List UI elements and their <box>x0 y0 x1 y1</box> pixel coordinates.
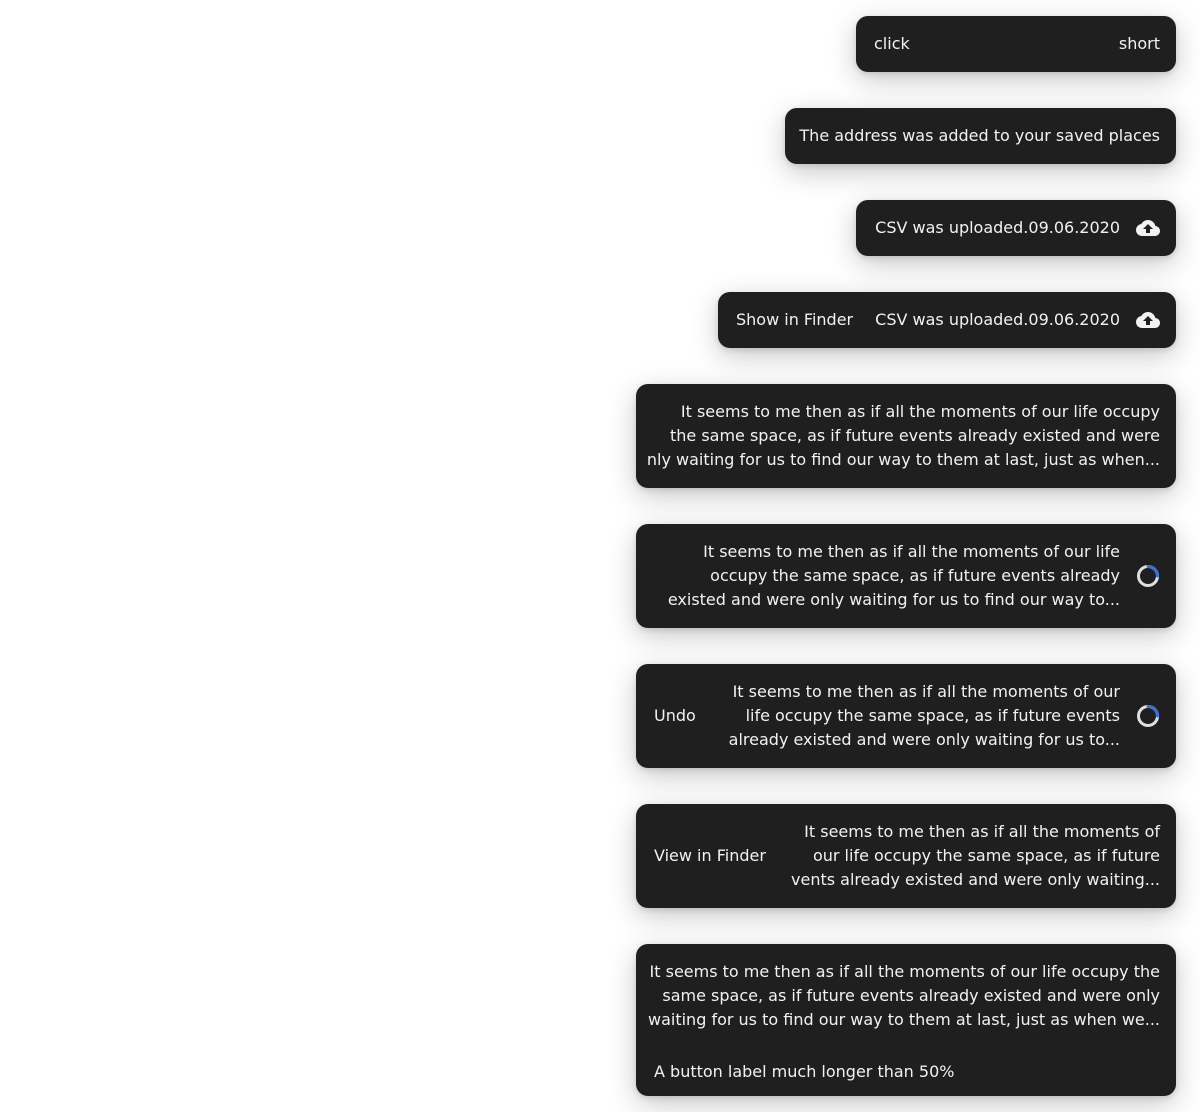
toast-long-message-long-button: It seems to me then as if all the moment… <box>636 944 1176 1096</box>
message-line: nly waiting for us to find our way to th… <box>646 450 1160 469</box>
show-in-finder-button[interactable]: Show in Finder <box>736 308 853 332</box>
cloud-upload-icon <box>1136 220 1160 236</box>
message-line: same space, as if future events already … <box>662 986 1160 1005</box>
toast-message: It seems to me then as if all the moment… <box>729 680 1120 752</box>
toast-long-message-view-finder: View in Finder It seems to me then as if… <box>636 804 1176 908</box>
undo-button[interactable]: Undo <box>654 704 696 728</box>
toast-short: click short <box>856 16 1176 72</box>
toast-csv-uploaded-with-action: Show in Finder CSV was uploaded.09.06.20… <box>718 292 1176 348</box>
toast-message: It seems to me then as if all the moment… <box>668 540 1120 612</box>
toast-message: The address was added to your saved plac… <box>799 126 1160 145</box>
message-line: vents already existed and were only wait… <box>791 870 1160 889</box>
toast-long-message: It seems to me then as if all the moment… <box>636 384 1176 488</box>
click-button[interactable]: click <box>874 32 910 56</box>
message-line: It seems to me then as if all the moment… <box>732 682 1120 701</box>
message-line: already existed and were only waiting fo… <box>728 730 1120 749</box>
message-line: It seems to me then as if all the moment… <box>649 962 1160 981</box>
message-line: occupy the same space, as if future even… <box>710 566 1120 585</box>
toast-csv-uploaded: CSV was uploaded.09.06.2020 <box>856 200 1176 256</box>
loading-spinner-icon <box>1137 565 1159 587</box>
toast-message: It seems to me then as if all the moment… <box>648 960 1160 1032</box>
message-line: existed and were only waiting for us to … <box>667 590 1120 609</box>
message-line: It seems to me then as if all the moment… <box>680 402 1160 421</box>
toast-message: It seems to me then as if all the moment… <box>647 400 1160 472</box>
toast-message: CSV was uploaded.09.06.2020 <box>875 310 1120 329</box>
toast-long-message-loading: It seems to me then as if all the moment… <box>636 524 1176 628</box>
message-line: It seems to me then as if all the moment… <box>804 822 1160 841</box>
toast-message: CSV was uploaded.09.06.2020 <box>875 218 1120 237</box>
message-line: waiting for us to find our way to them a… <box>648 1010 1160 1029</box>
toast-long-message-undo: Undo It seems to me then as if all the m… <box>636 664 1176 768</box>
toast-message: It seems to me then as if all the moment… <box>791 820 1160 892</box>
cloud-upload-icon <box>1136 312 1160 328</box>
toast-message: short <box>1118 34 1160 53</box>
message-line: our life occupy the same space, as if fu… <box>812 846 1160 865</box>
toast-address-saved: The address was added to your saved plac… <box>785 108 1176 164</box>
view-in-finder-button[interactable]: View in Finder <box>654 844 766 868</box>
loading-spinner-icon <box>1137 705 1159 727</box>
long-label-button[interactable]: A button label much longer than 50% <box>654 1060 954 1084</box>
message-line: It seems to me then as if all the moment… <box>703 542 1120 561</box>
message-line: life occupy the same space, as if future… <box>745 706 1120 725</box>
message-line: the same space, as if future events alre… <box>669 426 1160 445</box>
